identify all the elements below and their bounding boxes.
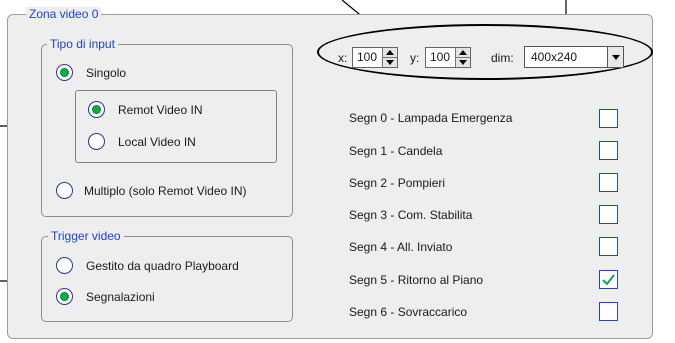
signals-radio[interactable] xyxy=(56,288,73,305)
playboard-label: Gestito da quadro Playboard xyxy=(86,259,239,273)
x-increment-button[interactable] xyxy=(383,48,397,57)
single-label: Singolo xyxy=(86,66,127,80)
chevron-down-icon[interactable] xyxy=(607,47,623,67)
signal-6-label: Segn 6 - Sovraccarico xyxy=(349,305,468,319)
signal-4-label: Segn 4 - All. Inviato xyxy=(349,240,453,254)
multiple-radio[interactable] xyxy=(56,182,73,199)
dimension-value: 400x240 xyxy=(531,50,578,64)
single-source-box xyxy=(75,90,277,163)
y-spinner[interactable]: 100 xyxy=(425,47,471,68)
y-value: 100 xyxy=(430,50,451,64)
y-decrement-button[interactable] xyxy=(456,57,470,67)
multiple-label: Multiplo (solo Remot Video IN) xyxy=(84,184,247,198)
signals-label: Segnalazioni xyxy=(86,290,155,304)
signal-3-label: Segn 3 - Com. Stabilita xyxy=(349,208,473,222)
signal-5-label: Segn 5 - Ritorno al Piano xyxy=(349,273,484,287)
signal-0-label: Segn 0 - Lampada Emergenza xyxy=(349,111,513,125)
x-label: x: xyxy=(338,51,348,65)
dim-label: dim: xyxy=(491,51,514,65)
signal-2-label: Segn 2 - Pompieri xyxy=(349,176,446,190)
local-video-label: Local Video IN xyxy=(118,135,196,149)
video-zone-title: Zona video 0 xyxy=(26,7,102,21)
single-radio[interactable] xyxy=(56,64,73,81)
trigger-video-group xyxy=(41,236,293,322)
remote-video-radio[interactable] xyxy=(88,101,105,118)
x-value: 100 xyxy=(357,50,378,64)
signal-1-label: Segn 1 - Candela xyxy=(349,144,443,158)
local-video-radio[interactable] xyxy=(88,133,105,150)
checkmark-icon xyxy=(602,274,615,285)
input-type-title: Tipo di input xyxy=(47,37,118,51)
dimension-select[interactable]: 400x240 xyxy=(524,46,624,68)
signal-2-checkbox[interactable] xyxy=(599,173,618,192)
signal-1-checkbox[interactable] xyxy=(599,141,618,160)
remote-video-label: Remot Video IN xyxy=(118,103,203,117)
x-spinner[interactable]: 100 xyxy=(352,47,398,68)
signal-3-checkbox[interactable] xyxy=(599,205,618,224)
trigger-video-title: Trigger video xyxy=(48,229,124,243)
y-label: y: xyxy=(410,51,420,65)
signal-6-checkbox[interactable] xyxy=(599,302,618,321)
signal-5-checkbox[interactable] xyxy=(599,270,618,289)
signal-0-checkbox[interactable] xyxy=(599,109,618,128)
y-increment-button[interactable] xyxy=(456,48,470,57)
playboard-radio[interactable] xyxy=(56,257,73,274)
x-decrement-button[interactable] xyxy=(383,57,397,67)
signal-4-checkbox[interactable] xyxy=(599,237,618,256)
